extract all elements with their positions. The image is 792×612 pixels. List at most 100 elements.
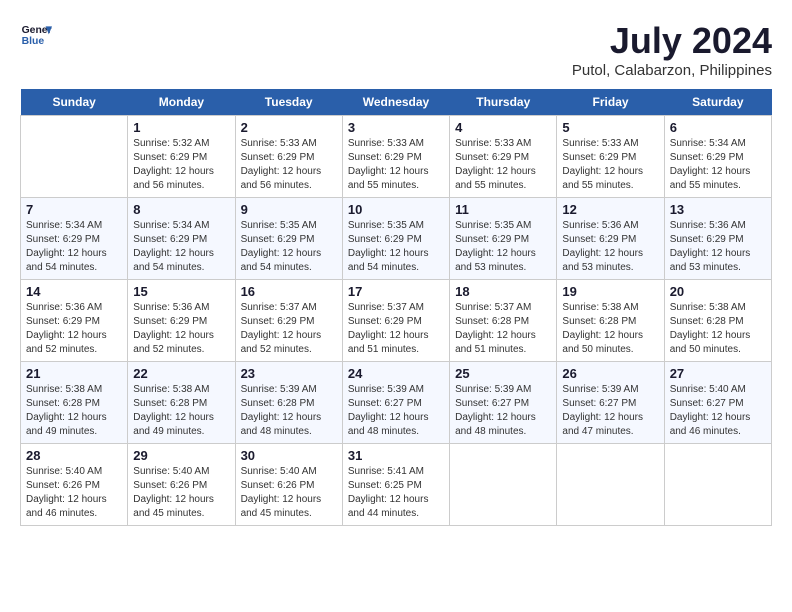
day-info: Sunrise: 5:38 AMSunset: 6:28 PMDaylight:… (133, 383, 229, 439)
calendar-cell (664, 444, 771, 526)
day-info: Sunrise: 5:40 AMSunset: 6:26 PMDaylight:… (26, 465, 122, 521)
day-number: 30 (241, 448, 337, 463)
day-info: Sunrise: 5:35 AMSunset: 6:29 PMDaylight:… (455, 219, 551, 275)
day-number: 13 (670, 202, 766, 217)
calendar-cell: 10 Sunrise: 5:35 AMSunset: 6:29 PMDayligh… (342, 198, 449, 280)
calendar-cell: 1 Sunrise: 5:32 AMSunset: 6:29 PMDaylight… (128, 116, 235, 198)
day-info: Sunrise: 5:34 AMSunset: 6:29 PMDaylight:… (26, 219, 122, 275)
day-number: 20 (670, 284, 766, 299)
calendar-cell (21, 116, 128, 198)
day-number: 25 (455, 366, 551, 381)
calendar-cell: 23 Sunrise: 5:39 AMSunset: 6:28 PMDayligh… (235, 362, 342, 444)
day-info: Sunrise: 5:39 AMSunset: 6:27 PMDaylight:… (562, 383, 658, 439)
day-number: 31 (348, 448, 444, 463)
calendar-cell: 17Sunrise: 5:37 AMSunset: 6:29 PMDayligh… (342, 280, 449, 362)
day-number: 1 (133, 120, 229, 135)
calendar-cell: 5 Sunrise: 5:33 AMSunset: 6:29 PMDaylight… (557, 116, 664, 198)
day-info: Sunrise: 5:33 AMSunset: 6:29 PMDaylight:… (348, 137, 444, 193)
calendar-cell: 14Sunrise: 5:36 AMSunset: 6:29 PMDayligh… (21, 280, 128, 362)
day-info: Sunrise: 5:40 AMSunset: 6:26 PMDaylight:… (241, 465, 337, 521)
day-info: Sunrise: 5:34 AMSunset: 6:29 PMDaylight:… (670, 137, 766, 193)
day-number: 24 (348, 366, 444, 381)
day-number: 22 (133, 366, 229, 381)
day-number: 10 (348, 202, 444, 217)
month-year-title: July 2024 (572, 20, 772, 62)
day-number: 28 (26, 448, 122, 463)
weekday-thursday: Thursday (450, 89, 557, 116)
day-info: Sunrise: 5:37 AMSunset: 6:29 PMDaylight:… (241, 301, 337, 357)
calendar-cell: 20 Sunrise: 5:38 AMSunset: 6:28 PMDayligh… (664, 280, 771, 362)
day-info: Sunrise: 5:38 AMSunset: 6:28 PMDaylight:… (670, 301, 766, 357)
day-number: 9 (241, 202, 337, 217)
title-section: July 2024 Putol, Calabarzon, Philippines (572, 20, 772, 79)
day-number: 14 (26, 284, 122, 299)
logo-icon: General Blue (20, 20, 52, 52)
week-row-1: 1 Sunrise: 5:32 AMSunset: 6:29 PMDaylight… (21, 116, 772, 198)
calendar-cell: 26 Sunrise: 5:39 AMSunset: 6:27 PMDayligh… (557, 362, 664, 444)
logo: General Blue (20, 20, 52, 52)
day-number: 27 (670, 366, 766, 381)
calendar-cell: 16 Sunrise: 5:37 AMSunset: 6:29 PMDayligh… (235, 280, 342, 362)
day-info: Sunrise: 5:39 AMSunset: 6:28 PMDaylight:… (241, 383, 337, 439)
calendar-cell: 27 Sunrise: 5:40 AMSunset: 6:27 PMDayligh… (664, 362, 771, 444)
weekday-monday: Monday (128, 89, 235, 116)
calendar-cell: 18Sunrise: 5:37 AMSunset: 6:28 PMDayligh… (450, 280, 557, 362)
weekday-saturday: Saturday (664, 89, 771, 116)
day-info: Sunrise: 5:40 AMSunset: 6:26 PMDaylight:… (133, 465, 229, 521)
calendar-cell: 21Sunrise: 5:38 AMSunset: 6:28 PMDayligh… (21, 362, 128, 444)
location-label: Putol, Calabarzon, Philippines (572, 62, 772, 79)
calendar-cell (450, 444, 557, 526)
day-info: Sunrise: 5:39 AMSunset: 6:27 PMDaylight:… (348, 383, 444, 439)
week-row-5: 28 Sunrise: 5:40 AMSunset: 6:26 PMDayligh… (21, 444, 772, 526)
calendar-cell: 24 Sunrise: 5:39 AMSunset: 6:27 PMDayligh… (342, 362, 449, 444)
week-row-3: 14 Sunrise: 5:36 AMSunset: 6:29 PMDayligh… (21, 280, 772, 362)
week-row-2: 7 Sunrise: 5:34 AMSunset: 6:29 PMDaylight… (21, 198, 772, 280)
day-number: 6 (670, 120, 766, 135)
day-info: Sunrise: 5:35 AMSunset: 6:29 PMDaylight:… (348, 219, 444, 275)
day-number: 17 (348, 284, 444, 299)
calendar-cell: 22 Sunrise: 5:38 AMSunset: 6:28 PMDayligh… (128, 362, 235, 444)
calendar-table: SundayMondayTuesdayWednesdayThursdayFrid… (20, 89, 772, 526)
day-info: Sunrise: 5:38 AMSunset: 6:28 PMDaylight:… (26, 383, 122, 439)
weekday-tuesday: Tuesday (235, 89, 342, 116)
day-number: 16 (241, 284, 337, 299)
day-number: 2 (241, 120, 337, 135)
day-info: Sunrise: 5:41 AMSunset: 6:25 PMDaylight:… (348, 465, 444, 521)
calendar-cell (557, 444, 664, 526)
day-number: 11 (455, 202, 551, 217)
header: General Blue July 2024 Putol, Calabarzon… (20, 20, 772, 79)
day-info: Sunrise: 5:37 AMSunset: 6:28 PMDaylight:… (455, 301, 551, 357)
calendar-body: 1 Sunrise: 5:32 AMSunset: 6:29 PMDaylight… (21, 116, 772, 526)
day-info: Sunrise: 5:39 AMSunset: 6:27 PMDaylight:… (455, 383, 551, 439)
day-info: Sunrise: 5:40 AMSunset: 6:27 PMDaylight:… (670, 383, 766, 439)
day-number: 29 (133, 448, 229, 463)
calendar-cell: 30 Sunrise: 5:40 AMSunset: 6:26 PMDayligh… (235, 444, 342, 526)
day-info: Sunrise: 5:38 AMSunset: 6:28 PMDaylight:… (562, 301, 658, 357)
day-info: Sunrise: 5:36 AMSunset: 6:29 PMDaylight:… (133, 301, 229, 357)
svg-text:Blue: Blue (22, 36, 45, 47)
day-info: Sunrise: 5:36 AMSunset: 6:29 PMDaylight:… (670, 219, 766, 275)
day-number: 19 (562, 284, 658, 299)
day-number: 26 (562, 366, 658, 381)
calendar-cell: 6 Sunrise: 5:34 AMSunset: 6:29 PMDaylight… (664, 116, 771, 198)
calendar-cell: 2 Sunrise: 5:33 AMSunset: 6:29 PMDaylight… (235, 116, 342, 198)
weekday-wednesday: Wednesday (342, 89, 449, 116)
calendar-cell: 3Sunrise: 5:33 AMSunset: 6:29 PMDaylight… (342, 116, 449, 198)
day-number: 23 (241, 366, 337, 381)
day-info: Sunrise: 5:33 AMSunset: 6:29 PMDaylight:… (241, 137, 337, 193)
day-number: 7 (26, 202, 122, 217)
day-info: Sunrise: 5:33 AMSunset: 6:29 PMDaylight:… (562, 137, 658, 193)
day-info: Sunrise: 5:35 AMSunset: 6:29 PMDaylight:… (241, 219, 337, 275)
calendar-cell: 12Sunrise: 5:36 AMSunset: 6:29 PMDayligh… (557, 198, 664, 280)
calendar-cell: 25 Sunrise: 5:39 AMSunset: 6:27 PMDayligh… (450, 362, 557, 444)
calendar-cell: 11 Sunrise: 5:35 AMSunset: 6:29 PMDayligh… (450, 198, 557, 280)
weekday-friday: Friday (557, 89, 664, 116)
day-number: 5 (562, 120, 658, 135)
calendar-cell: 13 Sunrise: 5:36 AMSunset: 6:29 PMDayligh… (664, 198, 771, 280)
calendar-cell: 9 Sunrise: 5:35 AMSunset: 6:29 PMDaylight… (235, 198, 342, 280)
day-info: Sunrise: 5:32 AMSunset: 6:29 PMDaylight:… (133, 137, 229, 193)
calendar-cell: 28 Sunrise: 5:40 AMSunset: 6:26 PMDayligh… (21, 444, 128, 526)
calendar-cell: 4Sunrise: 5:33 AMSunset: 6:29 PMDaylight… (450, 116, 557, 198)
weekday-header-row: SundayMondayTuesdayWednesdayThursdayFrid… (21, 89, 772, 116)
day-info: Sunrise: 5:36 AMSunset: 6:29 PMDaylight:… (562, 219, 658, 275)
